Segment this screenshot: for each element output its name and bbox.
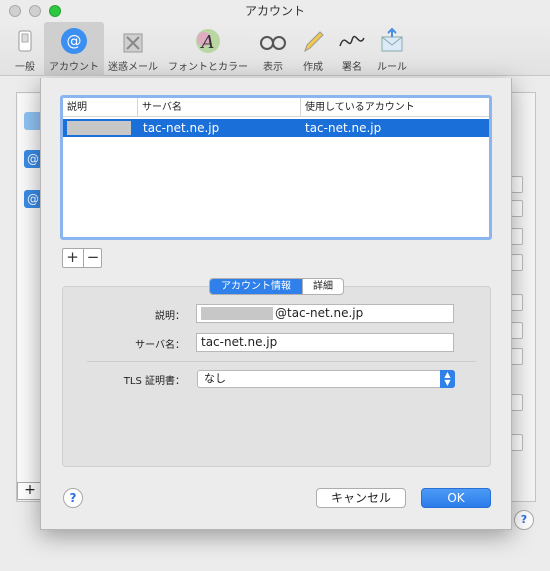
server-name-label: サーバ名： (135, 340, 185, 351)
toolbar-fonts[interactable]: A フォントとカラー (164, 22, 252, 76)
toolbar-accounts[interactable]: @ アカウント (44, 22, 104, 76)
toolbar-label: アカウント (49, 62, 99, 73)
redacted-description (67, 121, 131, 135)
chevron-updown-icon: ▲ ▼ (440, 370, 455, 388)
help-button[interactable]: ? (63, 488, 83, 508)
toolbar-label: 迷惑メール (108, 62, 158, 73)
toolbar-compose[interactable]: 作成 (296, 22, 330, 76)
toolbar-label: 作成 (303, 62, 323, 73)
cancel-button[interactable]: キャンセル (316, 488, 406, 508)
background-field (511, 200, 523, 217)
toolbar-label: 署名 (342, 62, 362, 73)
background-field (511, 394, 523, 411)
row-server: tac-net.ne.jp (143, 121, 220, 135)
background-help-button: ? (514, 510, 534, 530)
toolbar-general[interactable]: 一般 (6, 22, 44, 76)
preferences-toolbar: 一般 @ アカウント 迷惑メール A フォントとカラー 表示 作成 署名 ルール (0, 22, 550, 76)
toolbar-label: 一般 (15, 62, 35, 73)
rules-envelope-icon (377, 26, 407, 56)
tab-account-info[interactable]: アカウント情報 (210, 279, 302, 294)
remove-server-button[interactable]: − (83, 249, 102, 267)
glasses-icon (258, 26, 288, 56)
ok-button[interactable]: OK (421, 488, 491, 508)
column-header-account[interactable]: 使用しているアカウント (301, 98, 489, 117)
at-icon: @ (59, 26, 89, 56)
tls-certificate-select[interactable]: なし ▲ ▼ (197, 370, 455, 388)
window-title: アカウント (244, 4, 305, 18)
background-field (511, 176, 523, 193)
toolbar-junk[interactable]: 迷惑メール (104, 22, 162, 76)
add-remove-control: + − (62, 248, 102, 268)
description-value: @tac-net.ne.jp (275, 306, 364, 320)
junk-trash-icon (118, 26, 148, 56)
background-field (511, 294, 523, 311)
preferences-window: アカウント 一般 @ アカウント 迷惑メール A フォントとカラー 表示 作成 … (0, 0, 550, 571)
add-server-button[interactable]: + (63, 249, 82, 267)
smtp-server-table[interactable]: 説明 サーバ名 使用しているアカウント tac-net.ne.jp tac-ne… (60, 95, 492, 240)
close-window-button[interactable] (9, 5, 21, 17)
toolbar-label: 表示 (263, 62, 283, 73)
background-field (511, 254, 523, 271)
zoom-window-button[interactable] (49, 5, 61, 17)
pencil-icon (298, 26, 328, 56)
tls-certificate-label: TLS 証明書： (123, 376, 185, 387)
row-account: tac-net.ne.jp (305, 121, 382, 135)
details-tab-control: アカウント情報 詳細 (209, 278, 344, 295)
column-header-server[interactable]: サーバ名 (138, 98, 301, 117)
toolbar-label: フォントとカラー (168, 62, 248, 73)
description-label: 説明： (155, 311, 185, 322)
background-field (511, 322, 523, 339)
smtp-server-sheet: 説明 サーバ名 使用しているアカウント tac-net.ne.jp tac-ne… (40, 78, 512, 530)
svg-text:A: A (200, 32, 215, 53)
table-header: 説明 サーバ名 使用しているアカウント (63, 98, 489, 117)
column-header-description[interactable]: 説明 (63, 98, 138, 117)
background-field (511, 434, 523, 451)
toolbar-rules[interactable]: ルール (372, 22, 412, 76)
description-field[interactable]: @tac-net.ne.jp (196, 304, 454, 323)
form-divider (87, 361, 476, 362)
font-color-icon: A (193, 26, 223, 56)
switch-icon (10, 26, 40, 56)
table-row[interactable]: tac-net.ne.jp tac-net.ne.jp (63, 119, 489, 137)
signature-icon (337, 26, 367, 56)
toolbar-label: ルール (377, 62, 407, 73)
background-field (511, 228, 523, 245)
redacted-text (201, 307, 273, 320)
svg-text:@: @ (67, 32, 82, 50)
tls-certificate-value: なし (204, 372, 226, 385)
minimize-window-button[interactable] (29, 5, 41, 17)
toolbar-signatures[interactable]: 署名 (334, 22, 370, 76)
toolbar-view[interactable]: 表示 (254, 22, 292, 76)
server-name-field[interactable]: tac-net.ne.jp (196, 333, 454, 352)
tab-advanced[interactable]: 詳細 (302, 279, 343, 294)
background-field (511, 348, 523, 365)
